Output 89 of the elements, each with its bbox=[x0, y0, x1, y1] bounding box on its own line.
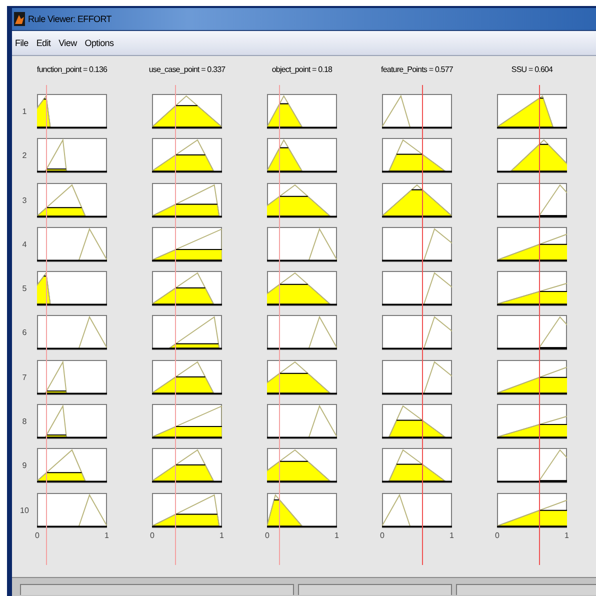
membership-plot bbox=[37, 448, 107, 484]
axis-label: 0 bbox=[35, 530, 40, 540]
window-title: Rule Viewer: EFFORT bbox=[28, 14, 112, 24]
axis-label: 0 bbox=[380, 530, 384, 540]
membership-plot bbox=[497, 404, 567, 440]
input-line[interactable] bbox=[422, 85, 423, 565]
rule-number: 1 bbox=[22, 107, 27, 116]
membership-plot bbox=[497, 360, 567, 395]
membership-plot bbox=[267, 94, 337, 129]
membership-plot bbox=[37, 182, 107, 218]
membership-plot bbox=[37, 492, 107, 528]
rule-number: 2 bbox=[22, 151, 27, 160]
input-field[interactable] bbox=[298, 584, 452, 595]
membership-plot bbox=[152, 448, 222, 484]
membership-plot bbox=[382, 492, 452, 528]
rule-number: 7 bbox=[22, 372, 27, 382]
rule-number: 9 bbox=[22, 461, 27, 470]
menu-item[interactable]: File bbox=[15, 38, 28, 48]
axis-label: 0 bbox=[265, 530, 270, 540]
membership-plot bbox=[267, 271, 337, 306]
membership-plot bbox=[152, 94, 222, 129]
input-field[interactable] bbox=[456, 584, 596, 595]
membership-plot bbox=[382, 226, 452, 262]
membership-plot bbox=[382, 315, 452, 350]
membership-plot bbox=[152, 182, 222, 218]
membership-plot bbox=[497, 492, 567, 528]
membership-plot bbox=[37, 138, 107, 174]
axis-label: 1 bbox=[220, 530, 224, 540]
membership-plot bbox=[267, 138, 337, 174]
membership-plot bbox=[152, 271, 222, 306]
menu-item[interactable]: Edit bbox=[36, 38, 51, 48]
membership-plot bbox=[152, 360, 222, 395]
membership-plot bbox=[497, 271, 567, 306]
membership-plot bbox=[382, 182, 452, 218]
membership-plot bbox=[152, 492, 222, 528]
membership-plot bbox=[267, 315, 337, 350]
rule-number: 5 bbox=[22, 284, 27, 294]
membership-plot bbox=[382, 271, 452, 306]
membership-plot bbox=[497, 315, 567, 350]
membership-plot bbox=[382, 448, 452, 484]
axis-label: 0 bbox=[150, 530, 154, 540]
membership-plot bbox=[267, 492, 337, 528]
membership-plot bbox=[37, 360, 107, 395]
membership-plot bbox=[382, 138, 452, 174]
variable-label: object_point = 0.18 bbox=[272, 65, 332, 74]
input-field[interactable] bbox=[20, 584, 294, 595]
membership-plot bbox=[267, 182, 337, 218]
rule-number: 10 bbox=[20, 506, 29, 515]
membership-plot bbox=[497, 226, 567, 262]
membership-plot bbox=[37, 271, 107, 306]
app-icon bbox=[14, 12, 25, 26]
membership-plot bbox=[37, 404, 107, 440]
input-line[interactable] bbox=[175, 85, 176, 565]
axis-label: 1 bbox=[564, 530, 569, 540]
rule-number: 4 bbox=[22, 240, 27, 249]
input-line[interactable] bbox=[538, 85, 540, 565]
membership-plot bbox=[152, 226, 222, 262]
input-line[interactable] bbox=[279, 85, 280, 565]
membership-plot bbox=[497, 94, 567, 129]
rule-number: 8 bbox=[22, 417, 27, 426]
membership-plot bbox=[382, 404, 452, 440]
rule-number: 3 bbox=[22, 196, 27, 205]
rule-number: 6 bbox=[22, 328, 27, 338]
membership-plot bbox=[37, 226, 107, 262]
membership-plot bbox=[152, 138, 222, 174]
variable-label: feature_Points = 0.577 bbox=[381, 65, 453, 74]
variable-label: SSU = 0.604 bbox=[511, 65, 553, 74]
membership-plot bbox=[382, 94, 452, 129]
axis-label: 1 bbox=[334, 530, 339, 540]
membership-plot bbox=[152, 404, 222, 440]
variable-label: use_case_point = 0.337 bbox=[148, 65, 226, 74]
membership-plot bbox=[267, 226, 337, 262]
membership-plot bbox=[497, 138, 567, 174]
axis-label: 1 bbox=[104, 530, 109, 540]
menu-item[interactable]: Options bbox=[84, 38, 114, 48]
menu-item[interactable]: View bbox=[58, 38, 77, 48]
axis-label: 0 bbox=[495, 530, 500, 540]
membership-plot bbox=[497, 182, 567, 218]
membership-plot bbox=[267, 404, 337, 440]
membership-plot bbox=[382, 360, 452, 395]
membership-plot bbox=[37, 94, 107, 129]
membership-plot bbox=[152, 315, 222, 350]
membership-plot bbox=[37, 315, 107, 350]
membership-plot bbox=[497, 448, 567, 484]
membership-plot bbox=[267, 448, 337, 484]
membership-plot bbox=[267, 360, 337, 395]
axis-label: 1 bbox=[450, 530, 454, 540]
input-line[interactable] bbox=[46, 85, 48, 565]
variable-label: function_point = 0.136 bbox=[36, 65, 108, 74]
